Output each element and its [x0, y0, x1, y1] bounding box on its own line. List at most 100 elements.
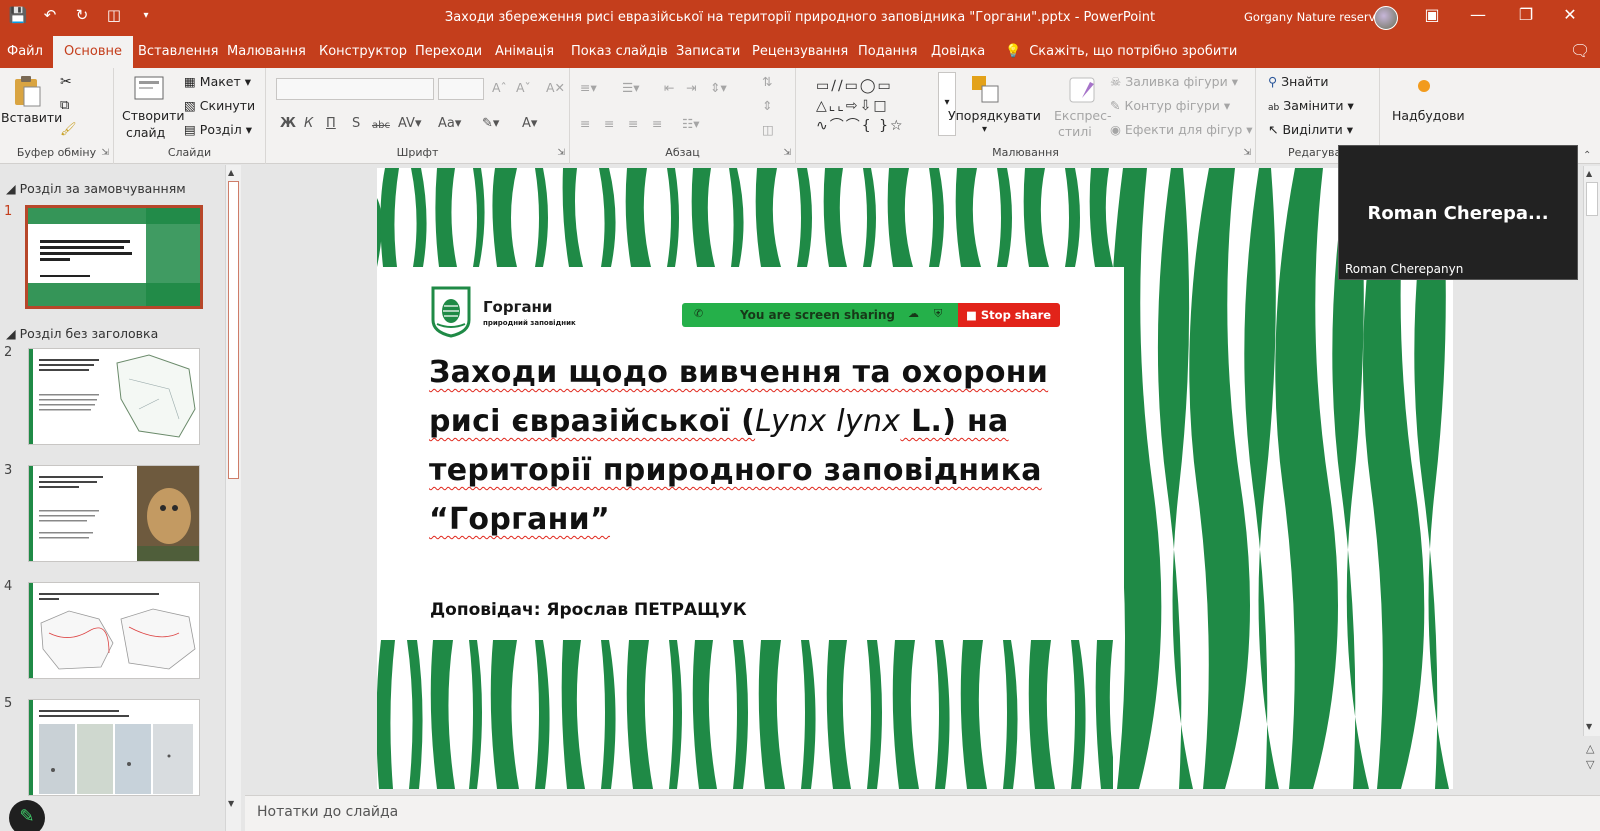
tab-review[interactable]: Рецензування	[752, 44, 848, 59]
tab-transitions[interactable]: Переходи	[415, 44, 482, 59]
tab-slideshow[interactable]: Показ слайдів	[571, 44, 668, 59]
tab-design[interactable]: Конструктор	[319, 44, 407, 59]
next-slide-icon[interactable]: ▽	[1586, 758, 1594, 771]
replace-button[interactable]: ab Замінити ▾	[1268, 98, 1354, 113]
new-slide-label-1[interactable]: Створити	[122, 108, 185, 123]
tell-me-search[interactable]: 💡 Скажіть, що потрібно зробити	[1005, 44, 1237, 59]
char-spacing-icon[interactable]: AV▾	[398, 116, 421, 131]
copy-icon[interactable]: ⧉	[60, 98, 69, 113]
arrange-button[interactable]: Упорядкувати	[948, 108, 1041, 123]
scroll-down-icon[interactable]: ▼	[228, 799, 234, 808]
align-center-icon[interactable]: ≡	[604, 116, 614, 131]
paste-icon[interactable]	[10, 74, 44, 108]
shape-effects-button[interactable]: ◉ Ефекти для фігур ▾	[1110, 122, 1253, 137]
slide-thumbnail-5[interactable]	[28, 699, 200, 796]
annotate-pen-icon[interactable]: ✎	[9, 800, 45, 831]
reset-button[interactable]: ▧ Скинути	[184, 98, 255, 113]
tab-file[interactable]: Файл	[7, 44, 43, 59]
shapes-gallery[interactable]: ▭∕∕▭◯▭ △⌞⌞⇨⇩□ ∿⌒⌒{ }☆	[816, 76, 936, 138]
quick-styles-icon[interactable]	[1064, 72, 1098, 106]
section-button[interactable]: ▤ Розділ ▾	[184, 122, 252, 137]
speaker-line[interactable]: Доповідач: Ярослав ПЕТРАЩУК	[430, 600, 747, 620]
shapes-more-icon[interactable]: ▾	[938, 72, 956, 136]
close-icon[interactable]: ✕	[1558, 5, 1582, 24]
slide-thumbnail-1[interactable]	[25, 205, 203, 309]
slide-scroll-thumb[interactable]	[1586, 182, 1598, 216]
clipboard-launcher-icon[interactable]: ⇲	[101, 148, 109, 158]
font-family-combo[interactable]	[276, 78, 434, 100]
arrange-dropdown-icon[interactable]: ▾	[982, 124, 987, 135]
font-launcher-icon[interactable]: ⇲	[557, 148, 565, 158]
tab-insert[interactable]: Вставлення	[138, 44, 218, 59]
restore-icon[interactable]: ❐	[1514, 5, 1538, 24]
new-slide-icon[interactable]	[132, 72, 166, 106]
addins-button[interactable]: Надбудови	[1392, 108, 1465, 123]
justify-icon[interactable]: ≡	[652, 116, 662, 131]
slide-scroll-down-icon[interactable]: ▼	[1586, 722, 1592, 731]
slide-thumbnail-3[interactable]	[28, 465, 200, 562]
stop-share-button[interactable]: ■ Stop share	[958, 303, 1060, 327]
quick-styles-label-2[interactable]: стилі	[1058, 124, 1092, 139]
quick-styles-label-1[interactable]: Експрес-	[1054, 108, 1112, 123]
account-name[interactable]: Gorgany Nature reserve	[1244, 10, 1382, 24]
account-avatar[interactable]	[1374, 6, 1398, 30]
align-left-icon[interactable]: ≡	[580, 116, 590, 131]
drawing-launcher-icon[interactable]: ⇲	[1243, 148, 1251, 158]
ribbon-display-icon[interactable]: ▣	[1420, 5, 1444, 24]
smartart-icon[interactable]: ◫	[762, 122, 774, 137]
tab-help[interactable]: Довідка	[931, 44, 985, 59]
change-case-icon[interactable]: Aa▾	[438, 116, 461, 131]
paste-button[interactable]: Вставити	[1, 110, 62, 125]
columns-icon[interactable]: ☷▾	[682, 116, 699, 131]
select-button[interactable]: ↖ Виділити ▾	[1268, 122, 1353, 137]
notes-pane[interactable]: Нотатки до слайда	[245, 795, 1600, 831]
bullets-icon[interactable]: ≡▾	[580, 80, 597, 95]
thumbnail-scroll-thumb[interactable]	[228, 181, 239, 479]
tab-draw[interactable]: Малювання	[227, 44, 306, 59]
bold-icon[interactable]: Ж	[280, 116, 296, 131]
underline-icon[interactable]: П	[326, 116, 336, 131]
shape-fill-button[interactable]: ☠ Заливка фігури ▾	[1110, 74, 1238, 89]
numbering-icon[interactable]: ☰▾	[622, 80, 639, 95]
find-button[interactable]: ⚲ Знайти	[1268, 74, 1329, 89]
increase-font-icon[interactable]: Aˆ	[492, 80, 507, 95]
tab-animations[interactable]: Анімація	[495, 44, 554, 59]
clear-format-icon[interactable]: A✕	[546, 80, 565, 95]
format-painter-icon[interactable]: 🖌	[60, 122, 77, 137]
font-color-icon[interactable]: A▾	[522, 116, 537, 131]
slide-thumbnail-2[interactable]	[28, 348, 200, 445]
increase-indent-icon[interactable]: ⇥	[686, 80, 696, 95]
align-right-icon[interactable]: ≡	[628, 116, 638, 131]
scroll-up-icon[interactable]: ▲	[228, 168, 234, 177]
section-default[interactable]: ◢ Розділ за замовчуванням	[6, 181, 186, 196]
shape-outline-button[interactable]: ✎ Контур фігури ▾	[1110, 98, 1230, 113]
comments-icon[interactable]: 🗨	[1570, 41, 1590, 60]
decrease-indent-icon[interactable]: ⇤	[664, 80, 674, 95]
section-untitled[interactable]: ◢ Розділ без заголовка	[6, 326, 158, 341]
slide-scroll-up-icon[interactable]: ▲	[1586, 169, 1592, 178]
thumbnail-scrollbar[interactable]: ▲ ▼	[225, 165, 241, 831]
text-direction-icon[interactable]: ⇅	[762, 74, 772, 89]
line-spacing-icon[interactable]: ⇕▾	[710, 80, 727, 95]
collapse-ribbon-icon[interactable]: ⌃	[1583, 150, 1591, 161]
minimize-icon[interactable]: —	[1466, 5, 1490, 24]
slide-thumbnail-4[interactable]	[28, 582, 200, 679]
decrease-font-icon[interactable]: Aˇ	[516, 80, 531, 95]
italic-icon[interactable]: К	[304, 116, 313, 131]
paragraph-launcher-icon[interactable]: ⇲	[783, 148, 791, 158]
prev-slide-icon[interactable]: △	[1586, 742, 1594, 755]
highlight-icon[interactable]: ✎▾	[482, 116, 499, 131]
participant-video-tile[interactable]: Roman Cherepa... Roman Cherepanyn	[1338, 145, 1578, 280]
arrange-icon[interactable]	[968, 72, 1002, 106]
slide-title[interactable]: Заходи щодо вивчення та охорони рисі євр…	[429, 348, 1109, 544]
align-text-icon[interactable]: ⇕	[762, 98, 772, 113]
tab-view[interactable]: Подання	[858, 44, 918, 59]
cut-icon[interactable]: ✂	[60, 74, 72, 90]
slide-canvas[interactable]: Горгани природний заповідник Заходи щодо…	[377, 168, 1453, 789]
font-size-combo[interactable]	[438, 78, 484, 100]
shadow-icon[interactable]: S	[352, 116, 360, 131]
addins-icon[interactable]	[1418, 80, 1430, 92]
tab-home[interactable]: Основне	[53, 36, 133, 68]
strikethrough-icon[interactable]: abc	[372, 120, 390, 131]
new-slide-label-2[interactable]: слайд	[126, 125, 165, 140]
